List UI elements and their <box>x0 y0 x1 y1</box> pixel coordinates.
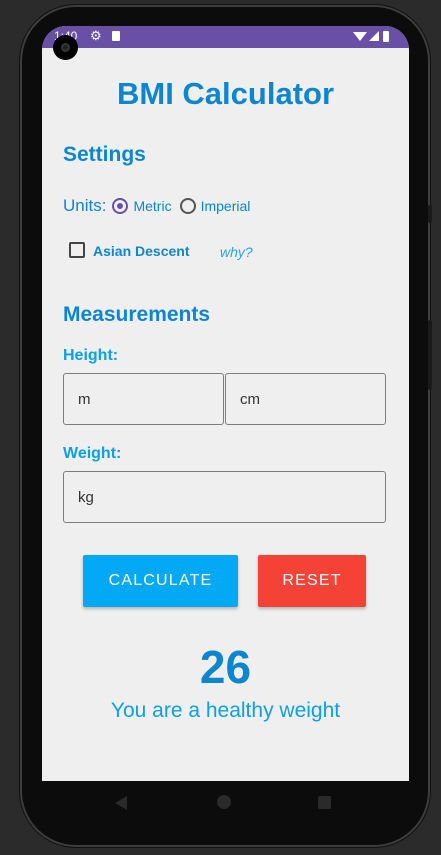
why-link[interactable]: why? <box>220 244 253 260</box>
weight-input[interactable]: kg <box>63 471 386 523</box>
height-cm-placeholder: cm <box>240 390 260 408</box>
app-screen: 1:40 ⚙ BMI Calculator Settings Units: Me… <box>42 26 409 781</box>
weight-label: Weight: <box>63 445 122 462</box>
power-button <box>428 320 432 390</box>
system-nav-bar <box>42 781 409 826</box>
imperial-radio[interactable] <box>179 198 196 214</box>
metric-radio[interactable] <box>112 198 129 214</box>
units-row: Units: Metric Imperial <box>63 195 258 217</box>
sd-card-icon <box>112 31 120 41</box>
asian-descent-checkbox[interactable] <box>69 242 85 258</box>
volume-button <box>428 205 432 223</box>
height-cm-input[interactable]: cm <box>225 373 386 425</box>
bmi-result: 26 <box>199 641 252 693</box>
height-m-input[interactable]: m <box>63 373 224 425</box>
height-m-placeholder: m <box>78 390 91 408</box>
battery-icon <box>383 31 389 42</box>
weight-placeholder: kg <box>78 488 94 506</box>
measurements-heading: Measurements <box>63 303 211 326</box>
settings-gear-icon: ⚙ <box>90 28 102 43</box>
asian-descent-label[interactable]: Asian Descent <box>93 243 189 259</box>
status-bar: 1:40 ⚙ <box>42 26 409 48</box>
wifi-icon <box>353 32 367 41</box>
cell-signal-icon <box>369 31 379 41</box>
front-camera <box>53 35 78 60</box>
home-icon[interactable] <box>217 795 231 809</box>
metric-radio-label[interactable]: Metric <box>133 198 171 214</box>
settings-heading: Settings <box>63 143 146 166</box>
height-label: Height: <box>63 347 119 364</box>
recent-apps-icon[interactable] <box>318 796 331 809</box>
back-icon[interactable] <box>115 796 127 810</box>
app-title: BMI Calculator <box>116 76 335 111</box>
reset-button[interactable]: RESET <box>258 555 366 607</box>
units-label: Units: <box>63 196 107 215</box>
bmi-message: You are a healthy weight <box>110 699 341 722</box>
imperial-radio-label[interactable]: Imperial <box>201 198 251 214</box>
calculate-button[interactable]: CALCULATE <box>83 555 238 607</box>
